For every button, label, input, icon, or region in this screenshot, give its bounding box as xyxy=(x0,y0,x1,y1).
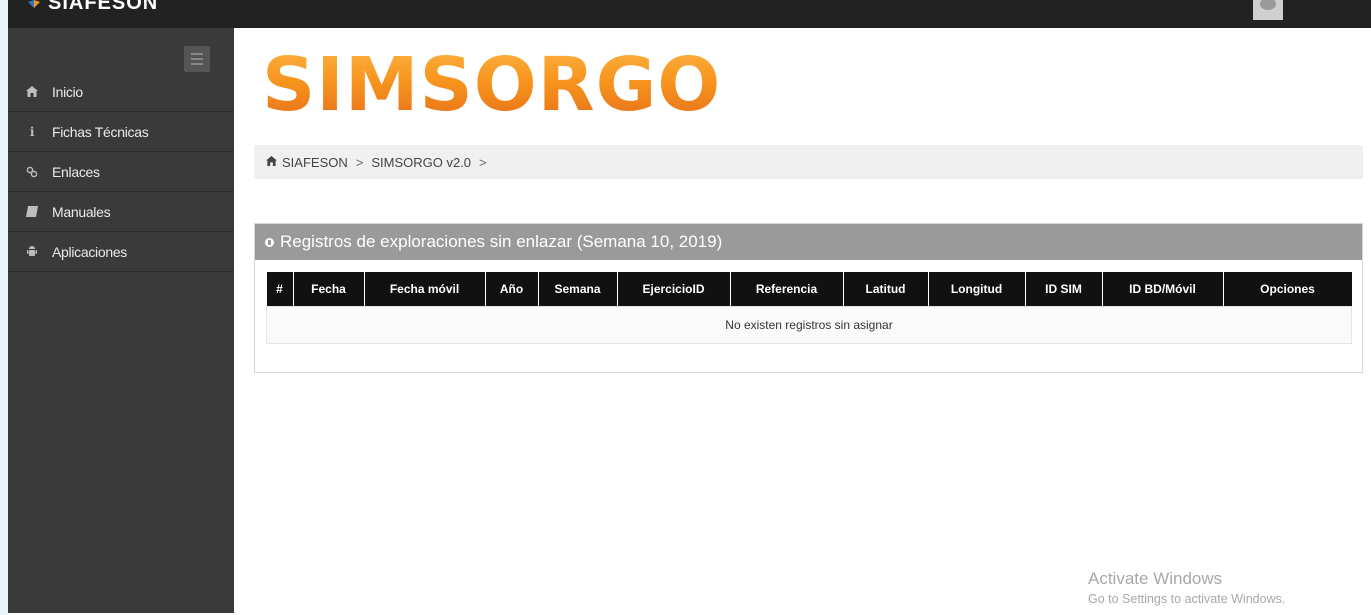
column-header-longitud[interactable]: Longitud xyxy=(928,272,1026,307)
column-header-ano[interactable]: Año xyxy=(485,272,539,307)
empty-table-message: No existen registros sin asignar xyxy=(266,306,1352,344)
breadcrumb-item-simsorgo[interactable]: SIMSORGO v2.0 xyxy=(371,155,471,170)
link-icon xyxy=(26,166,38,178)
siafeson-logo-icon xyxy=(28,0,40,8)
panel-header: Registros de exploraciones sin enlazar (… xyxy=(255,224,1362,260)
column-header-fecha-movil[interactable]: Fecha móvil xyxy=(364,272,486,307)
breadcrumb-item-siafeson[interactable]: SIAFESON xyxy=(282,155,348,170)
breadcrumb-separator: > xyxy=(479,154,487,170)
watermark-title: Activate Windows xyxy=(1088,569,1223,588)
column-header-id-bd-movil[interactable]: ID BD/Móvil xyxy=(1102,272,1224,307)
column-header-ejercicioid[interactable]: EjercicioID xyxy=(617,272,731,307)
sidebar-item-enlaces[interactable]: Enlaces xyxy=(8,152,234,192)
watermark-subtitle: Go to Settings to activate Windows. xyxy=(1088,592,1286,606)
column-header-id-sim[interactable]: ID SIM xyxy=(1025,272,1103,307)
sidebar-item-label: Aplicaciones xyxy=(52,243,127,260)
table-row: No existen registros sin asignar xyxy=(266,306,1352,344)
column-header-semana[interactable]: Semana xyxy=(538,272,618,307)
top-navbar: SIAFESON xyxy=(8,0,1371,28)
book-icon xyxy=(26,206,38,218)
sidebar-item-label: Fichas Técnicas xyxy=(52,123,149,140)
sidebar-item-manuales[interactable]: Manuales xyxy=(8,192,234,232)
sidebar-item-aplicaciones[interactable]: Aplicaciones xyxy=(8,232,234,272)
info-circle-icon xyxy=(265,237,274,247)
brand-name[interactable]: SIAFESON xyxy=(48,0,158,15)
column-header-number[interactable]: # xyxy=(266,272,294,307)
menu-icon-bar xyxy=(191,53,203,55)
registros-table: # Fecha Fecha móvil Año Semana Ejercicio… xyxy=(266,272,1352,344)
panel-title: Registros de exploraciones sin enlazar (… xyxy=(280,232,723,251)
home-icon xyxy=(26,86,38,98)
column-header-referencia[interactable]: Referencia xyxy=(730,272,844,307)
sidebar-nav: Inicio i Fichas Técnicas Enlaces Manuale… xyxy=(8,72,234,272)
left-edge-strip xyxy=(0,0,8,615)
menu-icon-bar xyxy=(191,58,203,60)
table-header-row: # Fecha Fecha móvil Año Semana Ejercicio… xyxy=(266,272,1352,307)
user-menu[interactable] xyxy=(1291,0,1321,4)
activate-windows-watermark: Activate Windows Go to Settings to activ… xyxy=(1088,569,1285,606)
registros-panel: Registros de exploraciones sin enlazar (… xyxy=(254,223,1363,373)
sidebar-item-label: Inicio xyxy=(52,83,83,100)
breadcrumb: SIAFESON > SIMSORGO v2.0 > xyxy=(254,145,1363,179)
user-avatar[interactable] xyxy=(1253,0,1283,20)
column-header-latitud[interactable]: Latitud xyxy=(843,272,929,307)
info-icon: i xyxy=(29,124,35,139)
sidebar-toggle-button[interactable] xyxy=(184,46,210,72)
home-icon[interactable] xyxy=(266,155,277,169)
simsorgo-logo: SIMSORGO xyxy=(262,42,722,128)
sidebar-item-fichas-tecnicas[interactable]: i Fichas Técnicas xyxy=(8,112,234,152)
sidebar-item-label: Enlaces xyxy=(52,163,100,180)
sidebar-item-label: Manuales xyxy=(52,203,111,220)
breadcrumb-separator: > xyxy=(355,154,364,170)
sidebar-item-inicio[interactable]: Inicio xyxy=(8,72,234,112)
column-header-opciones[interactable]: Opciones xyxy=(1223,272,1352,307)
sidebar: Inicio i Fichas Técnicas Enlaces Manuale… xyxy=(8,28,234,613)
menu-icon-bar xyxy=(191,63,203,65)
android-icon xyxy=(26,245,38,258)
column-header-fecha[interactable]: Fecha xyxy=(293,272,365,307)
